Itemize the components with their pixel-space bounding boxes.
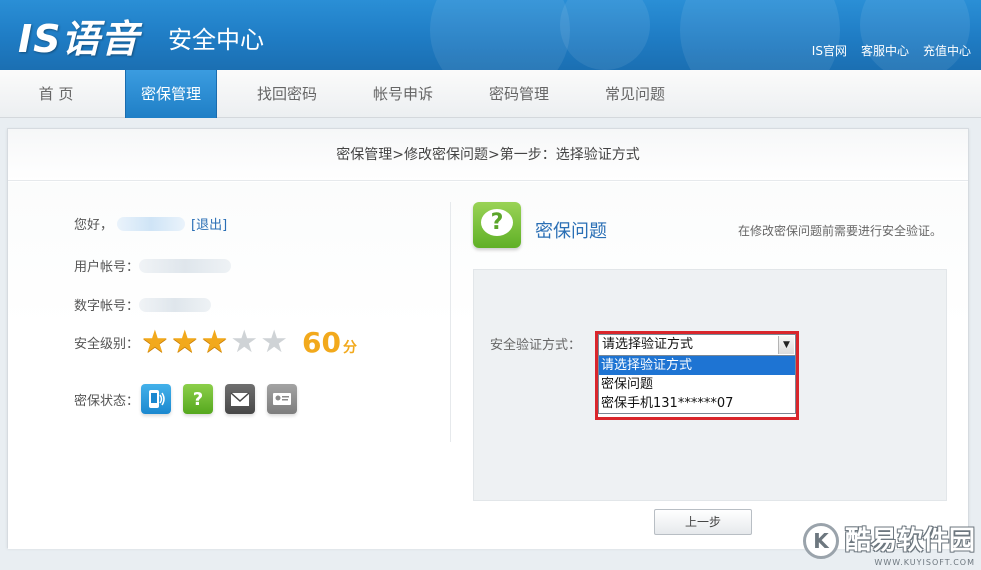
- user-account-label: 用户帐号：: [74, 260, 140, 275]
- verify-method-label: 安全验证方式：: [490, 338, 582, 353]
- star-icon: ★: [141, 324, 169, 360]
- phone-icon[interactable]: [141, 384, 172, 414]
- nav-mibao-management[interactable]: 密保管理: [125, 70, 217, 118]
- option-mibao-phone[interactable]: 密保手机131******07: [599, 394, 795, 413]
- nav-password-management[interactable]: 密码管理: [473, 70, 565, 118]
- chevron-down-icon[interactable]: ▼: [778, 336, 794, 354]
- header-decoration: [860, 0, 970, 70]
- security-level-row: 安全级别： ★ ★ ★ ★ ★ 60 分: [74, 324, 357, 360]
- id-card-icon[interactable]: [267, 384, 298, 414]
- star-icon: ★: [170, 324, 199, 360]
- verify-method-select[interactable]: 请选择验证方式 ▼: [598, 334, 796, 356]
- digit-account-label: 数字帐号：: [74, 299, 140, 314]
- logout-link[interactable]: [退出]: [191, 214, 227, 233]
- security-level-label: 安全级别：: [74, 336, 140, 352]
- previous-step-button[interactable]: 上一步: [654, 509, 752, 535]
- verify-method-select-value: 请选择验证方式: [602, 337, 694, 352]
- greeting-row: 您好， [退出]: [74, 214, 227, 233]
- greeting-label: 您好，: [74, 218, 114, 233]
- header: IS语音 安全中心 IS官网 客服中心 充值中心: [0, 0, 981, 70]
- link-customer-service[interactable]: 客服中心: [861, 42, 909, 59]
- digit-account-row: 数字帐号：: [74, 295, 212, 314]
- masked-user-account: [139, 258, 232, 273]
- option-mibao-question[interactable]: 密保问题: [599, 375, 795, 394]
- mibao-question-hint: 在修改密保问题前需要进行安全验证。: [737, 224, 942, 238]
- masked-digit-account: [139, 297, 212, 312]
- link-is-official[interactable]: IS官网: [812, 42, 847, 59]
- top-links: IS官网 客服中心 充值中心: [812, 42, 971, 59]
- nav-recover-password[interactable]: 找回密码: [241, 70, 333, 118]
- watermark-url: WWW.KUYISOFT.COM: [874, 558, 975, 567]
- option-choose-method[interactable]: 请选择验证方式: [599, 356, 795, 375]
- star-icon: ★: [200, 324, 229, 360]
- nav-account-appeal[interactable]: 帐号申诉: [357, 70, 449, 118]
- main-card: 密保管理>修改密保问题>第一步：选择验证方式 您好， [退出] 用户帐号： 数字…: [7, 128, 969, 549]
- header-decoration: [560, 0, 650, 70]
- header-decoration: [680, 0, 840, 70]
- security-score-unit: 分: [342, 340, 357, 356]
- verify-method-dropdown-highlight: 请选择验证方式 ▼ 请选择验证方式 密保问题 密保手机131******07: [595, 331, 799, 420]
- site-title: 安全中心: [168, 26, 264, 54]
- mibao-status-icons: ?: [141, 384, 298, 414]
- nav-home[interactable]: 首 页: [10, 70, 102, 118]
- question-badge-icon: ?: [473, 202, 521, 248]
- site-logo[interactable]: IS语音: [18, 8, 140, 63]
- question-icon[interactable]: ?: [183, 384, 214, 414]
- user-account-row: 用户帐号：: [74, 256, 232, 275]
- panel-divider: [450, 202, 451, 442]
- star-empty-icon: ★: [260, 324, 288, 360]
- security-score: 60: [302, 325, 341, 359]
- link-recharge[interactable]: 充值中心: [923, 42, 971, 59]
- watermark-text: 酷易软件园: [844, 526, 975, 556]
- mibao-question-title: 密保问题: [535, 221, 607, 242]
- security-stars: ★ ★ ★ ★ ★: [141, 326, 288, 358]
- verify-method-options: 请选择验证方式 密保问题 密保手机131******07: [598, 356, 796, 414]
- mail-icon[interactable]: [225, 384, 256, 414]
- mibao-status-label: 密保状态：: [74, 393, 140, 409]
- header-decoration: [430, 0, 570, 70]
- breadcrumb: 密保管理>修改密保问题>第一步：选择验证方式: [8, 129, 968, 181]
- main-nav: 首 页 密保管理 找回密码 帐号申诉 密码管理 常见问题: [0, 70, 981, 118]
- watermark: K 酷易软件园 WWW.KUYISOFT.COM: [802, 518, 975, 567]
- watermark-logo-icon: K: [802, 523, 839, 559]
- mibao-status-row: 密保状态： ?: [74, 382, 298, 416]
- nav-faq[interactable]: 常见问题: [589, 70, 681, 118]
- star-empty-icon: ★: [230, 324, 259, 360]
- masked-username: [117, 216, 186, 231]
